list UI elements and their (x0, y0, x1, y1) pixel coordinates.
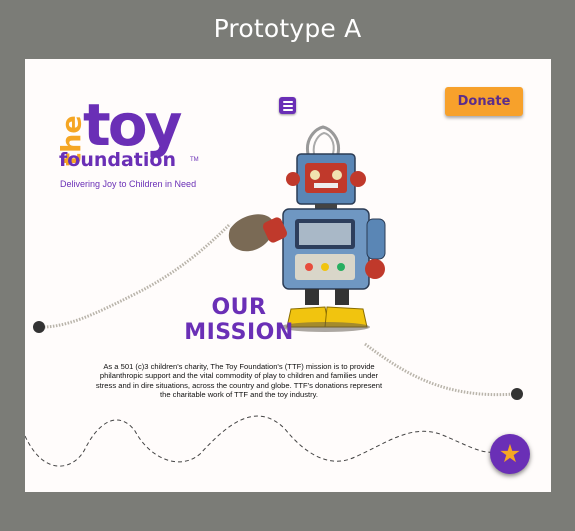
star-icon: ★ (498, 439, 522, 468)
app-screen: the toy foundation TM Delivering Joy to … (25, 59, 551, 492)
prototype-title: Prototype A (213, 14, 362, 43)
favorite-fab-button[interactable]: ★ (490, 434, 530, 474)
dashed-wave-path (25, 415, 496, 467)
